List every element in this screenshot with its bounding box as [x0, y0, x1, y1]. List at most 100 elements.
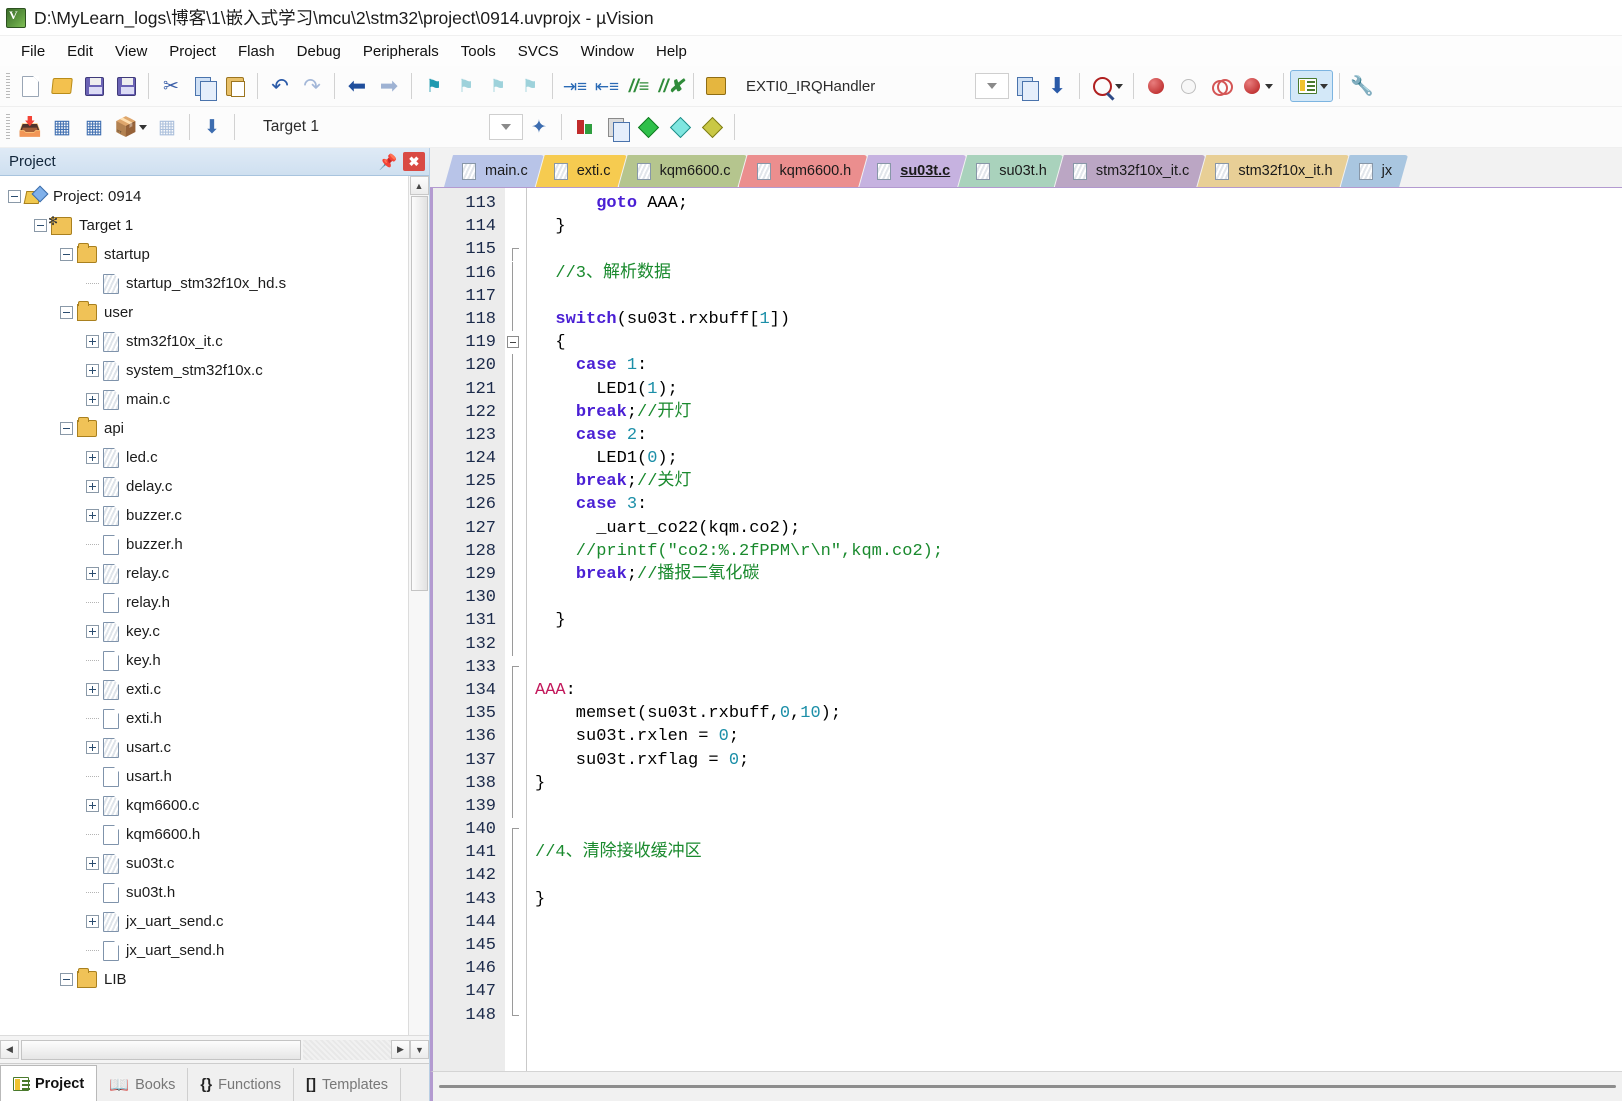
expand-icon[interactable] [86, 335, 99, 348]
code-line[interactable]: memset(su03t.rxbuff,0,10); [527, 702, 1622, 725]
code-line[interactable]: } [527, 888, 1622, 911]
breakpoint-disable-icon[interactable] [1172, 70, 1204, 102]
editor-tab-su03t-c[interactable]: su03t.c [859, 155, 966, 187]
tree-item-key-c[interactable]: key.c [0, 617, 408, 646]
expand-icon[interactable] [86, 364, 99, 377]
comment-icon[interactable]: //≡ [623, 70, 655, 102]
project-tree[interactable]: Project: 0914 Target 1 startup startup_stm3… [0, 176, 408, 1035]
pack-installer-green-icon[interactable] [632, 111, 664, 143]
paste-icon[interactable] [219, 70, 251, 102]
new-file-icon[interactable] [14, 70, 46, 102]
menu-help[interactable]: Help [645, 39, 698, 64]
pack-installer-olive-icon[interactable] [696, 111, 728, 143]
editor-tab-stm32f10x-it-c[interactable]: stm32f10x_it.c [1055, 155, 1206, 187]
tree-item-main-c[interactable]: main.c [0, 385, 408, 414]
code-line[interactable] [527, 795, 1622, 818]
editor-tab-jx[interactable]: jx [1341, 155, 1408, 187]
tree-item-startup[interactable]: startup [0, 240, 408, 269]
expand-icon[interactable] [86, 393, 99, 406]
tree-horizontal-scrollbar[interactable]: ◀ ▶ ▼ [0, 1035, 429, 1063]
tree-item-delay-c[interactable]: delay.c [0, 472, 408, 501]
menu-debug[interactable]: Debug [286, 39, 352, 64]
tree-item-buzzer-h[interactable]: buzzer.h [0, 530, 408, 559]
tree-item-usart-h[interactable]: usart.h [0, 762, 408, 791]
code-line[interactable]: //3、解析数据 [527, 262, 1622, 285]
tree-item-kqm6600-c[interactable]: kqm6600.c [0, 791, 408, 820]
download-icon[interactable]: ⬇ [196, 111, 228, 143]
target-wizard-icon[interactable]: ✦ [523, 111, 555, 143]
configure-icon[interactable]: 🔧 [1346, 70, 1378, 102]
code-line[interactable] [527, 864, 1622, 887]
search-icon[interactable] [1086, 70, 1118, 102]
code-editor[interactable]: 113 114 115 116 117 118 119 120 121 122 123 124 125 1… [430, 188, 1622, 1071]
open-file-icon[interactable] [46, 70, 78, 102]
redo-icon[interactable]: ↷ [296, 70, 328, 102]
code-line[interactable]: _uart_co22(kqm.co2); [527, 517, 1622, 540]
build-icon[interactable]: ▦ [46, 111, 78, 143]
stop-build-icon[interactable]: ▦ [151, 111, 183, 143]
expand-icon[interactable] [86, 741, 99, 754]
code-line[interactable] [527, 980, 1622, 1003]
editor-tab-stm32f10x-it-h[interactable]: stm32f10x_it.h [1197, 155, 1348, 187]
code-line[interactable]: su03t.rxflag = 0; [527, 749, 1622, 772]
bookmark-next-icon[interactable]: ⚑ [482, 70, 514, 102]
function-selector-dropdown[interactable] [975, 73, 1010, 99]
code-line[interactable]: case 3: [527, 493, 1622, 516]
tree-item-su03t-h[interactable]: su03t.h [0, 878, 408, 907]
expand-icon[interactable] [86, 799, 99, 812]
expand-icon[interactable] [86, 451, 99, 464]
code-line[interactable]: break;//关灯 [527, 470, 1622, 493]
breakpoints-toggle-icon[interactable] [1204, 70, 1236, 102]
tree-item-lib[interactable]: LIB [0, 965, 408, 994]
code-line[interactable] [527, 633, 1622, 656]
code-text[interactable]: goto AAA; } //3、解析数据 switch(su03t.rxbuff… [527, 188, 1622, 1071]
code-line[interactable]: } [527, 772, 1622, 795]
open-document-icon[interactable] [700, 70, 732, 102]
collapse-icon[interactable] [60, 248, 73, 261]
target-selector-dropdown[interactable] [489, 114, 524, 140]
scroll-left-icon[interactable]: ◀ [0, 1040, 19, 1059]
fold-collapse-icon[interactable] [507, 336, 519, 349]
menu-tools[interactable]: Tools [450, 39, 507, 64]
expand-icon[interactable] [86, 567, 99, 580]
tree-item-su03t-c[interactable]: su03t.c [0, 849, 408, 878]
tree-item-jx-uart-send-c[interactable]: jx_uart_send.c [0, 907, 408, 936]
collapse-icon[interactable] [60, 973, 73, 986]
tree-item-api[interactable]: api [0, 414, 408, 443]
editor-horizontal-scrollbar[interactable] [430, 1071, 1622, 1101]
editor-hscroll-thumb[interactable] [439, 1085, 1616, 1088]
bookmark-toggle-icon[interactable]: ⚑ [418, 70, 450, 102]
tree-item-exti-c[interactable]: exti.c [0, 675, 408, 704]
collapse-icon[interactable] [60, 306, 73, 319]
tree-item-stm32f10x-it-c[interactable]: stm32f10x_it.c [0, 327, 408, 356]
expand-icon[interactable] [86, 509, 99, 522]
scroll-right-icon[interactable]: ▶ [391, 1040, 410, 1059]
editor-tab-kqm6600-c[interactable]: kqm6600.c [619, 155, 747, 187]
bookmark-prev-icon[interactable]: ⚑ [450, 70, 482, 102]
toolbar-grip[interactable] [6, 114, 10, 140]
close-icon[interactable]: ✖ [403, 152, 425, 171]
pack-installer-cyan-icon[interactable] [664, 111, 696, 143]
copy-icon[interactable] [187, 70, 219, 102]
code-line[interactable] [527, 238, 1622, 261]
goto-icon[interactable]: ⬇ [1041, 70, 1073, 102]
navigate-forward-icon[interactable]: ➡ [373, 70, 405, 102]
code-folding-column[interactable] [505, 188, 527, 1071]
save-icon[interactable] [78, 70, 110, 102]
bookmark-clear-icon[interactable]: ⚑ [514, 70, 546, 102]
code-line[interactable]: break;//开灯 [527, 401, 1622, 424]
toolbar-grip[interactable] [6, 73, 10, 99]
tree-item-buzzer-c[interactable]: buzzer.c [0, 501, 408, 530]
menu-svcs[interactable]: SVCS [507, 39, 570, 64]
code-line[interactable] [527, 586, 1622, 609]
collapse-icon[interactable] [34, 219, 47, 232]
tree-item-exti-h[interactable]: exti.h [0, 704, 408, 733]
collapse-icon[interactable] [60, 422, 73, 435]
menu-project[interactable]: Project [158, 39, 227, 64]
code-line[interactable]: //4、清除接收缓冲区 [527, 841, 1622, 864]
tree-item-relay-h[interactable]: relay.h [0, 588, 408, 617]
code-line[interactable] [527, 957, 1622, 980]
menu-peripherals[interactable]: Peripherals [352, 39, 450, 64]
save-all-icon[interactable] [110, 70, 142, 102]
scroll-up-icon[interactable]: ▲ [409, 176, 429, 195]
